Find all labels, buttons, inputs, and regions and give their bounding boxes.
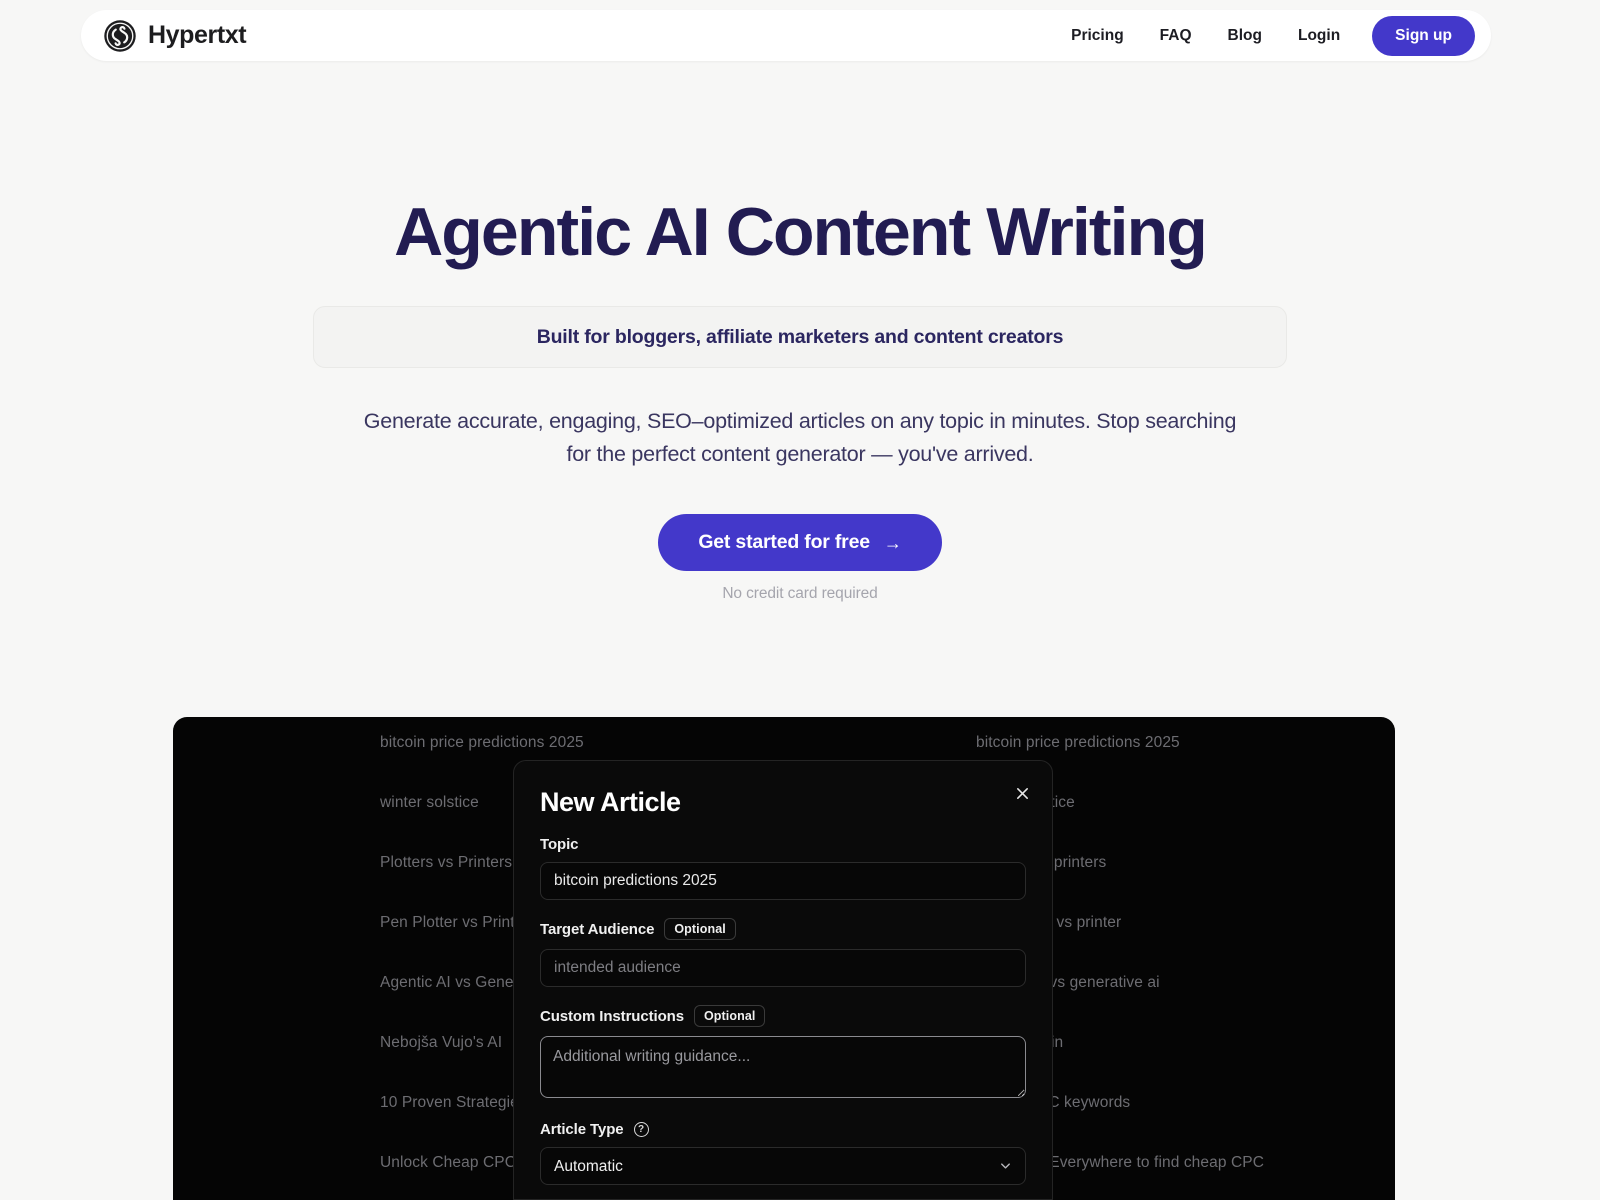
target-audience-label-row: Target Audience Optional — [540, 918, 1026, 940]
hero-tagline-text: Built for bloggers, affiliate marketers … — [536, 325, 1064, 348]
article-type-label: Article Type — [540, 1121, 624, 1138]
article-type-label-row: Article Type ? — [540, 1121, 1026, 1138]
custom-instructions-label-row: Custom Instructions Optional — [540, 1005, 1026, 1027]
target-audience-input[interactable] — [540, 949, 1026, 987]
get-started-button[interactable]: Get started for free → — [658, 514, 942, 572]
cta-note: No credit card required — [722, 585, 878, 603]
custom-instructions-textarea[interactable] — [540, 1036, 1026, 1098]
custom-instructions-label: Custom Instructions — [540, 1007, 684, 1025]
brand[interactable]: Hypertxt — [103, 19, 247, 53]
nav-link-pricing[interactable]: Pricing — [1053, 19, 1142, 53]
close-x-icon — [1016, 787, 1028, 799]
page-title: Agentic AI Content Writing — [394, 194, 1208, 270]
nav-link-login[interactable]: Login — [1280, 19, 1358, 53]
article-type-select-wrap: Automatic — [540, 1147, 1026, 1185]
hero-tagline-banner: Built for bloggers, affiliate marketers … — [313, 306, 1287, 369]
signup-button[interactable]: Sign up — [1372, 15, 1475, 56]
hero-cta-group: Get started for free → No credit card re… — [0, 514, 1600, 603]
hero-section: Agentic AI Content Writing Built for blo… — [0, 196, 1600, 603]
nav-link-blog[interactable]: Blog — [1210, 19, 1280, 53]
preview-list-item-text: bitcoin price predictions 2025 — [380, 734, 584, 751]
arrow-right-icon: → — [883, 532, 902, 553]
optional-badge-audience: Optional — [664, 918, 736, 940]
preview-list-item-text: winter solstice — [380, 794, 479, 811]
hypertxt-circle-logo-icon — [104, 19, 136, 52]
preview-list-item-text: 10 Proven Strategies — [380, 1094, 527, 1111]
preview-list-item-text: Nebojša Vujo's AI — [380, 1034, 503, 1051]
main-nav: Pricing FAQ Blog Login Sign up — [1053, 15, 1475, 56]
topic-label-row: Topic — [540, 836, 1026, 853]
close-icon[interactable] — [1008, 779, 1036, 807]
hero-description: Generate accurate, engaging, SEO–optimiz… — [363, 409, 1237, 466]
optional-badge-instructions: Optional — [693, 1005, 766, 1027]
nav-link-faq[interactable]: FAQ — [1142, 19, 1210, 53]
brand-name: Hypertxt — [148, 21, 247, 49]
get-started-label: Get started for free — [698, 531, 870, 554]
question-mark-icon[interactable]: ? — [633, 1122, 649, 1137]
header-bar: Hypertxt Pricing FAQ Blog Login Sign up — [81, 10, 1491, 61]
target-audience-label: Target Audience — [540, 920, 655, 938]
modal-title: New Article — [540, 787, 681, 817]
preview-list-item-text: Unlock Cheap CPC — [380, 1154, 516, 1171]
topic-input[interactable] — [540, 862, 1026, 900]
topic-label: Topic — [540, 836, 579, 853]
article-type-select[interactable]: Automatic — [540, 1147, 1026, 1185]
preview-list-item-text: bitcoin price predictions 2025 — [976, 734, 1180, 751]
new-article-modal: New Article Topic Target Audience Option… — [513, 760, 1053, 1200]
site-header: Hypertxt Pricing FAQ Blog Login Sign up — [81, 10, 1491, 61]
